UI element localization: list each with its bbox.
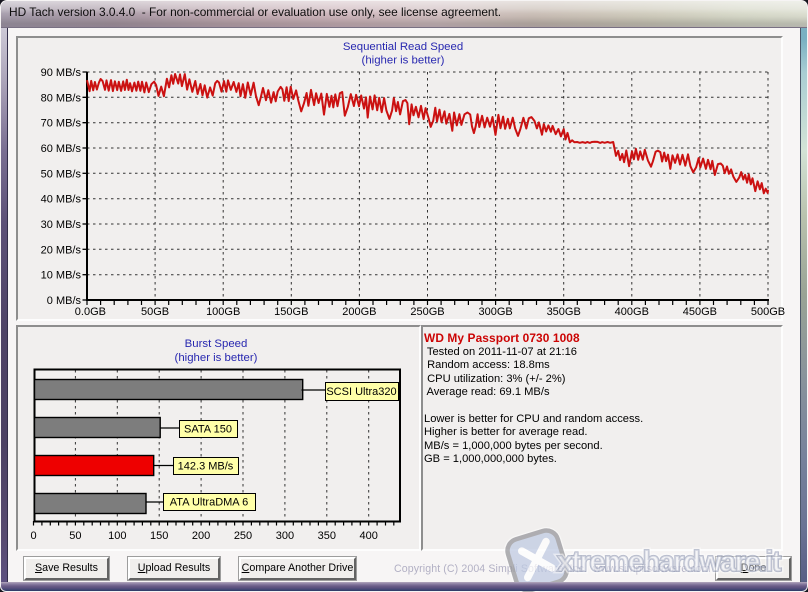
svg-text:xtremehardware.it: xtremehardware.it [557, 546, 782, 578]
